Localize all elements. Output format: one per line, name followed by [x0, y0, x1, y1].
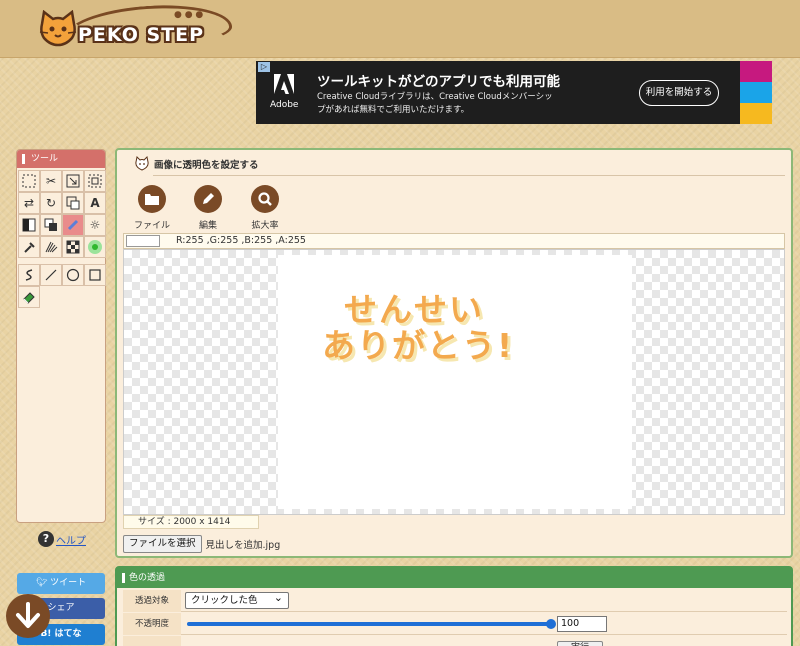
transparency-tool-icon[interactable] — [62, 214, 84, 236]
tool-panel-title: ツール — [17, 150, 105, 168]
file-menu-label: ファイル — [133, 221, 170, 231]
adobe-logo-icon — [274, 74, 294, 94]
color-readout: R:255 ,G:255 ,B:255 ,A:255 — [176, 235, 306, 246]
ad-strip-blue — [740, 82, 772, 103]
draw-tool-grid — [17, 258, 106, 308]
logo-text: PEKO STEP — [78, 24, 205, 46]
target-row: 透過対象 クリックした色 — [123, 590, 787, 612]
mosaic-tool-icon[interactable] — [62, 236, 84, 258]
eyedropper-tool-icon[interactable] — [18, 236, 40, 258]
transparency-panel: 色の透過 透過対象 クリックした色 不透明度 100 実行 — [115, 566, 793, 646]
help-link-group[interactable]: ? ヘルプ — [38, 531, 86, 547]
tool-panel: ツール ✂ ⇄ ↻ A ☼ — [16, 149, 106, 523]
target-label: 透過対象 — [123, 590, 181, 612]
opacity-row: 不透明度 100 — [123, 613, 787, 635]
tweet-button[interactable]: 🐦︎ ツイート — [17, 573, 105, 594]
crop-tool-icon[interactable] — [84, 170, 106, 192]
ad-cta-button[interactable]: 利用を開始する — [639, 80, 719, 106]
image-text-line-2: ありがとう! — [322, 326, 515, 365]
ad-body: Creative Cloudライブラリは、Creative Cloudメンバーシ… — [317, 92, 553, 115]
zoom-menu-label: 拡大率 — [251, 221, 279, 231]
execute-row: 実行 — [123, 636, 787, 646]
canvas-size-tool-icon[interactable] — [62, 192, 84, 214]
adobe-logo: Adobe — [270, 73, 298, 110]
file-menu-button[interactable]: ファイル — [122, 185, 182, 231]
tool-grid: ✂ ⇄ ↻ A ☼ — [17, 168, 106, 258]
layer-tool-icon[interactable] — [40, 214, 62, 236]
scroll-down-button[interactable] — [6, 594, 50, 638]
circle-tool-icon[interactable] — [62, 264, 84, 286]
site-header: PEKO STEP ● ● ● — [0, 0, 800, 58]
picked-color-swatch — [126, 235, 160, 247]
ad-color-strip — [740, 61, 772, 124]
blur-tool-icon[interactable] — [40, 236, 62, 258]
target-select[interactable]: クリックした色 — [185, 590, 289, 609]
ad-strip-yellow — [740, 103, 772, 124]
ad-brand: Adobe — [270, 100, 299, 110]
execute-row-label — [123, 636, 181, 646]
edit-menu-label: 編集 — [198, 221, 217, 231]
image-canvas[interactable]: せんせい ありがとう! — [123, 249, 785, 515]
rect-select-tool-icon[interactable] — [18, 170, 40, 192]
share-label: シェア — [47, 603, 75, 613]
opacity-slider-thumb[interactable] — [546, 619, 556, 629]
folder-icon — [138, 185, 166, 213]
loaded-image[interactable]: せんせい ありがとう! — [278, 255, 632, 509]
grayscale-tool-icon[interactable] — [18, 214, 40, 236]
line-tool-icon[interactable] — [40, 264, 62, 286]
magnifier-icon — [251, 185, 279, 213]
edit-menu-button[interactable]: 編集 — [178, 185, 238, 231]
cat-logo-icon — [39, 10, 77, 47]
help-icon: ? — [38, 531, 54, 547]
resize-tool-icon[interactable] — [62, 170, 84, 192]
transparency-panel-title: 色の透過 — [117, 568, 791, 588]
rectangle-tool-icon[interactable] — [84, 264, 106, 286]
execute-button[interactable]: 実行 — [557, 641, 603, 646]
title-divider — [153, 175, 785, 176]
arrow-down-icon — [16, 602, 40, 628]
help-link[interactable]: ヘルプ — [56, 532, 86, 547]
ad-choices-icon[interactable]: ▷ — [258, 62, 270, 72]
site-logo[interactable]: PEKO STEP ● ● ● — [34, 0, 234, 56]
scissors-tool-icon[interactable]: ✂ — [40, 170, 62, 192]
selected-file-name: 見出しを追加.jpg — [205, 540, 281, 551]
advertisement-banner[interactable]: ▷ Adobe ツールキットがどのアプリでも利用可能 Creative Clou… — [256, 61, 772, 124]
text-tool-icon[interactable]: A — [84, 192, 106, 214]
brightness-tool-icon[interactable]: ☼ — [84, 214, 106, 236]
ad-headline: ツールキットがどのアプリでも利用可能 — [317, 74, 560, 90]
freehand-tool-icon[interactable] — [18, 264, 40, 286]
paw-prints-icon: ● ● ● — [174, 10, 204, 20]
flip-tool-icon[interactable]: ⇄ — [18, 192, 40, 214]
opacity-input[interactable]: 100 — [557, 616, 607, 632]
choose-file-button[interactable]: ファイルを選択 — [123, 535, 202, 553]
editor-panel-header: 画像に透明色を設定する — [134, 156, 259, 171]
zoom-menu-button[interactable]: 拡大率 — [235, 185, 295, 231]
rotate-tool-icon[interactable]: ↻ — [40, 192, 62, 214]
eraser-tool-icon[interactable] — [18, 286, 40, 308]
editor-panel: 画像に透明色を設定する ファイル 編集 拡大率 R:255 ,G:255 ,B:… — [115, 148, 793, 558]
color-info-bar: R:255 ,G:255 ,B:255 ,A:255 — [123, 233, 785, 249]
tweet-label: ツイート — [50, 578, 87, 588]
image-size-label: サイズ : 2000 x 1414 — [123, 515, 259, 529]
editor-panel-title: 画像に透明色を設定する — [154, 159, 259, 171]
pencil-icon — [194, 185, 222, 213]
glow-tool-icon[interactable] — [84, 236, 106, 258]
opacity-label: 不透明度 — [123, 613, 181, 635]
ad-strip-magenta — [740, 61, 772, 82]
opacity-slider[interactable] — [187, 619, 556, 629]
cat-face-icon — [135, 156, 149, 171]
twitter-icon: 🐦︎ — [35, 578, 48, 588]
file-input-row: ファイルを選択 見出しを追加.jpg — [123, 535, 280, 553]
